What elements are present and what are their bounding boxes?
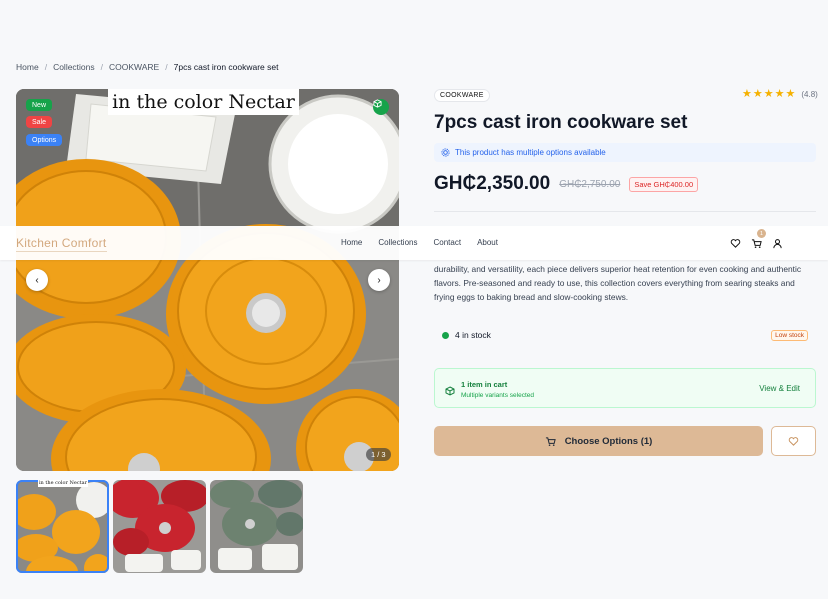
breadcrumb-separator: / xyxy=(100,62,104,72)
current-price: GH₵2,350.00 xyxy=(434,173,551,194)
breadcrumb-collections[interactable]: Collections xyxy=(53,62,95,72)
star-icon: ★ xyxy=(742,88,752,100)
star-icon: ★ xyxy=(785,88,796,100)
breadcrumb-current: 7pcs cast iron cookware set xyxy=(173,62,279,72)
nav-collections[interactable]: Collections xyxy=(378,238,417,247)
product-description: durability, and versatility, each piece … xyxy=(434,264,802,302)
nav-home[interactable]: Home xyxy=(341,238,362,247)
star-icon: ★ xyxy=(774,88,785,100)
divider xyxy=(434,211,816,212)
rating: ★ ★ ★ ★ ★ (4.8) xyxy=(742,89,818,100)
options-note-text: This product has multiple options availa… xyxy=(455,148,606,157)
thumbnail-image xyxy=(210,480,303,573)
cart-summary-subtitle: Multiple variants selected xyxy=(461,392,534,399)
view-edit-link[interactable]: View & Edit xyxy=(759,384,800,393)
wishlist-button[interactable] xyxy=(771,426,816,456)
cart-count-badge: 1 xyxy=(757,229,766,238)
breadcrumb-separator: / xyxy=(165,62,168,72)
options-note: This product has multiple options availa… xyxy=(434,143,816,162)
category-pill[interactable]: COOKWARE xyxy=(434,89,490,102)
previous-image-button[interactable]: ‹ xyxy=(26,269,48,291)
breadcrumb-home[interactable]: Home xyxy=(16,62,39,72)
nav-contact[interactable]: Contact xyxy=(433,238,461,247)
stock-text: 4 in stock xyxy=(455,330,491,340)
thumbnail-image xyxy=(113,480,206,573)
cart-icon xyxy=(545,436,556,446)
star-icon: ★ xyxy=(752,88,763,100)
thumbnail-2[interactable] xyxy=(113,480,206,573)
cart-button[interactable]: 1 xyxy=(751,229,766,254)
cube-icon xyxy=(445,383,455,401)
site-header: Kitchen Comfort Home Collections Contact… xyxy=(0,226,828,260)
thumbnail-image xyxy=(16,480,109,573)
header-icons: 1 xyxy=(730,229,783,254)
choose-options-button[interactable]: Choose Options (1) xyxy=(434,426,763,456)
site-logo[interactable]: Kitchen Comfort xyxy=(16,236,107,252)
cookware-photo xyxy=(16,89,399,471)
thumbnail-strip: in the color Nectar xyxy=(16,480,303,573)
next-image-button[interactable]: › xyxy=(368,269,390,291)
choose-options-label: Choose Options (1) xyxy=(564,435,653,447)
heart-icon xyxy=(788,436,799,446)
thumbnail-caption: in the color Nectar xyxy=(38,480,88,487)
old-price: GH₵2,750.00 xyxy=(559,178,621,190)
new-badge: New xyxy=(26,99,53,111)
nav-about[interactable]: About xyxy=(477,238,498,247)
thumbnail-1[interactable]: in the color Nectar xyxy=(16,480,109,573)
breadcrumb: Home / Collections / COOKWARE / 7pcs cas… xyxy=(16,62,279,72)
stock-indicator xyxy=(442,332,449,339)
low-stock-badge: Low stock xyxy=(771,330,808,341)
star-icon: ★ xyxy=(763,88,774,100)
chevron-right-icon: › xyxy=(377,274,381,286)
main-product-image[interactable]: in the color Nectar New Sale Options ‹ ›… xyxy=(16,89,399,471)
save-badge: Save GH₵400.00 xyxy=(629,176,699,192)
cart-icon xyxy=(751,239,762,248)
cube-icon[interactable] xyxy=(373,99,389,115)
options-badge: Options xyxy=(26,134,63,146)
thumbnail-3[interactable] xyxy=(210,480,303,573)
sale-badge: Sale xyxy=(26,116,53,128)
stock-row: 4 in stock Low stock xyxy=(434,329,816,343)
price-row: GH₵2,350.00 GH₵2,750.00 Save GH₵400.00 xyxy=(434,173,699,195)
cart-summary: 1 item in cart Multiple variants selecte… xyxy=(434,368,816,408)
user-icon[interactable] xyxy=(772,236,783,254)
rating-count: (4.8) xyxy=(801,90,818,99)
gear-icon xyxy=(441,148,450,157)
breadcrumb-category[interactable]: COOKWARE xyxy=(109,62,159,72)
breadcrumb-separator: / xyxy=(44,62,48,72)
heart-icon[interactable] xyxy=(730,236,741,254)
main-nav: Home Collections Contact About xyxy=(341,238,498,247)
image-counter: 1 / 3 xyxy=(366,448,391,461)
chevron-left-icon: ‹ xyxy=(35,274,39,286)
image-caption: in the color Nectar xyxy=(108,89,299,115)
product-title: 7pcs cast iron cookware set xyxy=(434,112,688,133)
cart-summary-title: 1 item in cart xyxy=(461,380,508,389)
